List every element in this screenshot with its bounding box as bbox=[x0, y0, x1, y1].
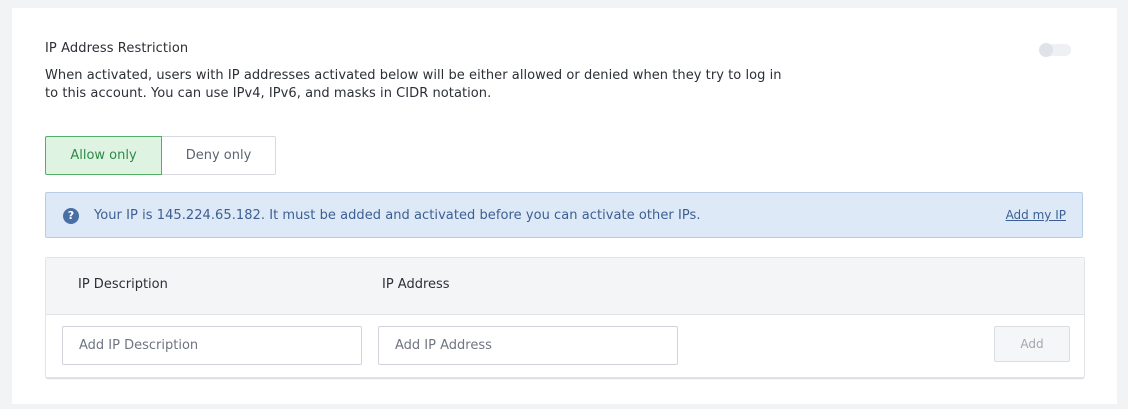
allow-only-button[interactable]: Allow only bbox=[45, 136, 162, 175]
column-header-ip-address: IP Address bbox=[382, 277, 450, 292]
toggle-knob bbox=[1039, 43, 1053, 57]
ip-description-input[interactable] bbox=[62, 326, 362, 365]
ip-restriction-toggle[interactable] bbox=[1039, 43, 1071, 57]
deny-only-button[interactable]: Deny only bbox=[162, 136, 276, 175]
add-my-ip-link[interactable]: Add my IP bbox=[1006, 208, 1066, 222]
question-icon: ? bbox=[63, 208, 79, 224]
info-message: Your IP is 145.224.65.182. It must be ad… bbox=[94, 208, 701, 223]
info-banner: ? Your IP is 145.224.65.182. It must be … bbox=[45, 192, 1083, 238]
mode-segmented-control: Allow only Deny only bbox=[45, 136, 276, 175]
ip-restriction-card: IP Address Restriction When activated, u… bbox=[12, 8, 1117, 404]
section-description: When activated, users with IP addresses … bbox=[45, 68, 782, 101]
table-header: IP Description IP Address bbox=[46, 258, 1084, 315]
ip-address-input[interactable] bbox=[378, 326, 678, 365]
column-header-ip-description: IP Description bbox=[78, 277, 168, 292]
section-title: IP Address Restriction bbox=[45, 41, 189, 56]
ip-table: IP Description IP Address Add bbox=[45, 257, 1085, 378]
add-ip-button[interactable]: Add bbox=[994, 326, 1070, 362]
